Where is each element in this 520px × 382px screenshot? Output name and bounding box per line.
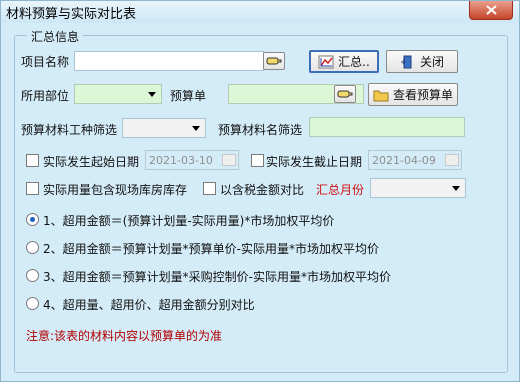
end-date-value: 2021-04-09 xyxy=(372,154,436,167)
radio-option-4-label: 4、超用量、超用价、超用金额分别对比 xyxy=(43,298,255,312)
pointer-hand-icon xyxy=(266,57,282,65)
tax-included-label: 以含税金额对比 xyxy=(220,183,305,197)
start-date-label: 实际发生起始日期 xyxy=(43,155,140,169)
main-window: 材料预算与实际对比表 汇总信息 项目名称 汇总.. 关闭 所用部位 预算单 查看… xyxy=(0,0,520,382)
budget-picker-button[interactable] xyxy=(334,85,356,103)
calendar-dropdown-icon[interactable] xyxy=(222,154,236,166)
radio-option-1[interactable] xyxy=(26,213,39,226)
tax-included-checkbox[interactable] xyxy=(203,182,216,195)
group-legend: 汇总信息 xyxy=(27,28,84,45)
material-type-combo[interactable] xyxy=(122,118,206,138)
view-budget-button[interactable]: 查看预算单 xyxy=(368,83,458,106)
end-date-checkbox[interactable] xyxy=(251,154,264,167)
end-date-label: 实际发生截止日期 xyxy=(266,155,363,169)
summarize-button[interactable]: 汇总.. xyxy=(309,50,379,73)
material-name-label: 预算材料名筛选 xyxy=(218,123,303,137)
start-date-picker[interactable]: 2021-03-10 xyxy=(145,150,239,170)
close-x-icon xyxy=(486,5,497,15)
door-exit-icon xyxy=(400,55,412,68)
chart-icon xyxy=(318,55,334,68)
project-name-field[interactable] xyxy=(74,51,264,71)
close-button[interactable]: 关闭 xyxy=(386,50,458,73)
note-text: 注意:该表的材料内容以预算单的为准 xyxy=(26,329,223,343)
window-close-button[interactable] xyxy=(469,1,513,20)
chevron-down-icon xyxy=(452,185,460,191)
close-label: 关闭 xyxy=(419,55,444,69)
end-date-picker[interactable]: 2021-04-09 xyxy=(368,150,462,170)
summary-month-combo[interactable] xyxy=(370,178,466,198)
department-label: 所用部位 xyxy=(21,89,70,103)
start-date-value: 2021-03-10 xyxy=(149,154,213,167)
chevron-down-icon xyxy=(192,125,200,131)
include-onsite-checkbox[interactable] xyxy=(26,182,39,195)
radio-option-2[interactable] xyxy=(26,241,39,254)
material-name-field[interactable] xyxy=(309,117,465,137)
department-combo[interactable] xyxy=(74,84,162,104)
summarize-label: 汇总.. xyxy=(338,55,370,69)
project-picker-button[interactable] xyxy=(263,52,285,70)
client-area: 汇总信息 项目名称 汇总.. 关闭 所用部位 预算单 查看预算单 预算材料工种筛… xyxy=(8,25,513,377)
project-name-label: 项目名称 xyxy=(21,55,70,69)
start-date-checkbox[interactable] xyxy=(26,154,39,167)
budget-label: 预算单 xyxy=(170,89,207,103)
radio-option-4[interactable] xyxy=(26,297,39,310)
folder-icon xyxy=(373,90,389,101)
chevron-down-icon xyxy=(148,91,156,97)
radio-option-2-label: 2、超用金额＝预算计划量*预算单价-实际用量*市场加权平均价 xyxy=(43,242,379,256)
material-type-label: 预算材料工种筛选 xyxy=(21,123,118,137)
summary-month-label: 汇总月份 xyxy=(316,183,365,197)
radio-option-3-label: 3、超用金额＝预算计划量*采购控制价-实际用量*市场加权平均价 xyxy=(43,270,391,284)
calendar-dropdown-icon[interactable] xyxy=(445,154,459,166)
window-title: 材料预算与实际对比表 xyxy=(6,7,137,22)
radio-option-3[interactable] xyxy=(26,269,39,282)
view-budget-label: 查看预算单 xyxy=(393,88,454,102)
pointer-hand-icon xyxy=(337,90,353,98)
include-onsite-label: 实际用量包含现场库房库存 xyxy=(43,183,188,197)
radio-option-1-label: 1、超用金额＝(预算计划量-实际用量)*市场加权平均价 xyxy=(43,214,335,228)
title-bar[interactable]: 材料预算与实际对比表 xyxy=(1,1,519,23)
